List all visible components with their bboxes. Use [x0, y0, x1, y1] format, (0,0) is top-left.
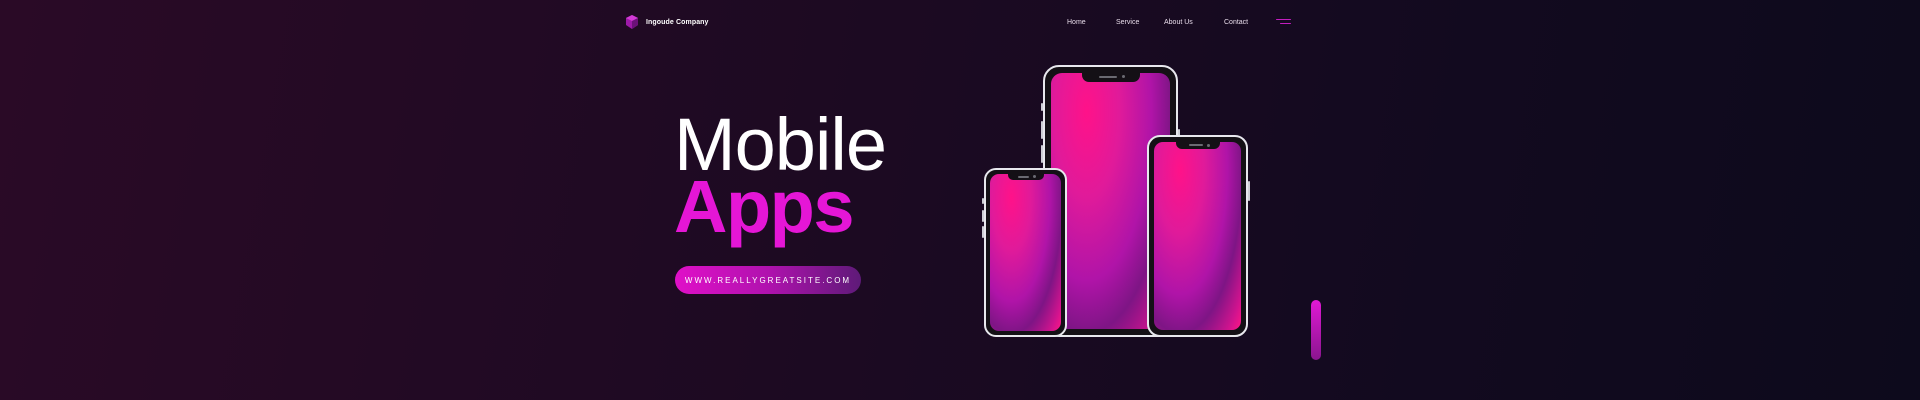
cube-logo-icon — [626, 15, 638, 29]
hero-title-line2: Apps — [674, 165, 855, 248]
phone-right — [1147, 135, 1250, 337]
nav-home[interactable]: Home — [1067, 19, 1086, 26]
brand-name: Ingoude Company — [646, 18, 709, 26]
menu-icon[interactable] — [1276, 19, 1291, 25]
phone-center-notch — [1081, 73, 1140, 82]
phone-left-screen — [990, 174, 1061, 331]
hero-banner: { "header": { "brand": "Ingoude Company"… — [0, 0, 1920, 400]
scroll-indicator[interactable] — [1311, 300, 1321, 360]
phone-right-screen — [1154, 142, 1241, 330]
website-button[interactable]: WWW.REALLYGREATSITE.COM — [675, 266, 861, 294]
nav-service[interactable]: Service — [1116, 19, 1139, 26]
nav-about-us[interactable]: About Us — [1164, 19, 1193, 26]
phone-left — [982, 168, 1067, 337]
phone-left-notch — [1007, 174, 1044, 180]
phone-right-notch — [1175, 142, 1220, 149]
brand-logo[interactable]: Ingoude Company — [624, 14, 709, 30]
nav-contact[interactable]: Contact — [1224, 19, 1248, 26]
